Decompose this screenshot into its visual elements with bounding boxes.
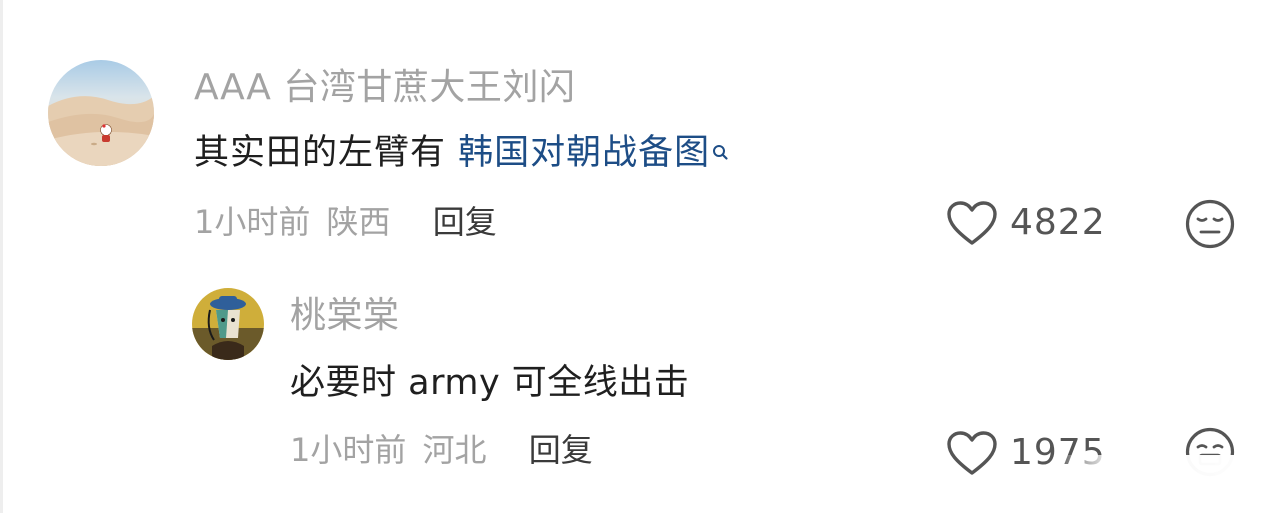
comment-thread: AAA 台湾甘蔗大王刘闪 其实田的左臂有 韩国对朝战备图 1小时前 陕西 回复 … [0,0,1284,513]
neutral-face-icon [1185,199,1235,249]
timestamp: 1小时前 [290,431,407,469]
comment-text: 其实田的左臂有 韩国对朝战备图 [194,130,730,176]
heart-icon [947,201,997,245]
location: 河北 [422,431,487,469]
user-avatar[interactable] [192,288,264,360]
like-count: 4822 [1010,202,1106,243]
username[interactable]: 桃棠棠 [290,294,400,338]
watermark-overlay [1054,455,1284,513]
reply-button[interactable]: 回复 [529,431,593,469]
comment-text-plain: 必要时 army 可全线出击 [290,363,690,403]
comment-text-plain: 其实田的左臂有 [194,133,459,173]
comment-text: 必要时 army 可全线出击 [290,360,689,406]
cubist-portrait-avatar [192,288,264,360]
search-link[interactable]: 韩国对朝战备图 [458,133,710,173]
username[interactable]: AAA 台湾甘蔗大王刘闪 [194,66,575,110]
reply-button[interactable]: 回复 [433,203,497,241]
location: 陕西 [326,203,391,241]
comment-meta: 1小时前 陕西 回复 [194,200,497,244]
like-button[interactable]: 4822 [946,198,1106,248]
timestamp: 1小时前 [194,203,311,241]
heart-icon [947,431,997,475]
comment-meta: 1小时前 河北 回复 [290,428,593,472]
search-icon[interactable] [712,130,730,176]
reaction-button[interactable] [1184,198,1236,254]
desert-hello-kitty-avatar [48,60,154,166]
user-avatar[interactable] [48,60,154,166]
comment-1: AAA 台湾甘蔗大王刘闪 其实田的左臂有 韩国对朝战备图 1小时前 陕西 回复 … [0,0,1284,260]
